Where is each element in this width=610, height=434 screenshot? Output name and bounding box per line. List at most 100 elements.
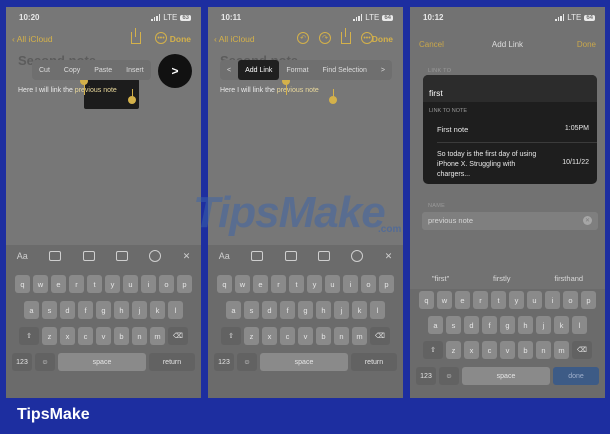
- shift-icon[interactable]: ⇧: [19, 327, 39, 345]
- undo-icon[interactable]: ↶: [297, 32, 309, 44]
- more-icon[interactable]: •••: [155, 32, 167, 44]
- note-body[interactable]: Here I will link the previous note: [220, 87, 319, 94]
- menu-find-selection[interactable]: Find Selection: [316, 67, 374, 74]
- key[interactable]: p: [177, 275, 192, 293]
- key[interactable]: z: [446, 341, 461, 359]
- menu-insert[interactable]: Insert: [119, 67, 151, 74]
- menu-paste[interactable]: Paste: [87, 67, 119, 74]
- key[interactable]: p: [581, 291, 596, 309]
- key[interactable]: h: [316, 301, 331, 319]
- menu-next-arrow[interactable]: >: [374, 67, 392, 74]
- key[interactable]: y: [105, 275, 120, 293]
- menu-add-link[interactable]: Add Link: [238, 60, 280, 80]
- camera-icon[interactable]: [115, 251, 128, 261]
- key[interactable]: g: [96, 301, 111, 319]
- markup-icon[interactable]: [351, 250, 364, 262]
- key[interactable]: n: [536, 341, 551, 359]
- share-icon[interactable]: [341, 28, 351, 44]
- key[interactable]: j: [132, 301, 147, 319]
- text-format-icon[interactable]: Aa: [219, 251, 230, 261]
- emoji-icon[interactable]: ☺: [237, 353, 257, 371]
- back-button[interactable]: ‹ All iCloud: [214, 34, 255, 44]
- checklist-icon[interactable]: [49, 251, 62, 261]
- note-body[interactable]: Here I will link the previous note: [18, 87, 117, 94]
- key[interactable]: z: [244, 327, 259, 345]
- key[interactable]: b: [316, 327, 331, 345]
- key[interactable]: m: [150, 327, 165, 345]
- redo-icon[interactable]: ↷: [319, 32, 331, 44]
- key[interactable]: u: [123, 275, 138, 293]
- key[interactable]: a: [24, 301, 39, 319]
- close-icon[interactable]: ✕: [183, 251, 191, 262]
- menu-more-arrow[interactable]: >: [158, 54, 192, 88]
- backspace-icon[interactable]: ⌫: [370, 327, 390, 345]
- key[interactable]: z: [42, 327, 57, 345]
- key[interactable]: v: [298, 327, 313, 345]
- table-icon[interactable]: [284, 251, 297, 261]
- share-icon[interactable]: [131, 28, 141, 44]
- key[interactable]: l: [572, 316, 587, 334]
- numbers-key[interactable]: 123: [12, 353, 32, 371]
- emoji-icon[interactable]: ☺: [439, 367, 459, 385]
- key[interactable]: p: [379, 275, 394, 293]
- key[interactable]: d: [60, 301, 75, 319]
- key[interactable]: q: [419, 291, 434, 309]
- key[interactable]: r: [473, 291, 488, 309]
- selection-end-handle[interactable]: [329, 96, 337, 104]
- key[interactable]: o: [563, 291, 578, 309]
- key[interactable]: a: [428, 316, 443, 334]
- key[interactable]: u: [527, 291, 542, 309]
- done-button[interactable]: Done: [577, 40, 596, 49]
- key[interactable]: r: [69, 275, 84, 293]
- shift-icon[interactable]: ⇧: [423, 341, 443, 359]
- keyboard-done-key[interactable]: done: [553, 367, 599, 385]
- key[interactable]: t: [289, 275, 304, 293]
- key[interactable]: c: [78, 327, 93, 345]
- done-button[interactable]: Done: [170, 34, 191, 44]
- checklist-icon[interactable]: [251, 251, 264, 261]
- key[interactable]: o: [361, 275, 376, 293]
- shift-icon[interactable]: ⇧: [221, 327, 241, 345]
- key[interactable]: m: [554, 341, 569, 359]
- selection-end-handle[interactable]: [128, 96, 136, 104]
- backspace-icon[interactable]: ⌫: [572, 341, 592, 359]
- key[interactable]: d: [262, 301, 277, 319]
- link-to-input[interactable]: first: [423, 75, 597, 102]
- menu-copy[interactable]: Copy: [57, 67, 87, 74]
- numbers-key[interactable]: 123: [416, 367, 436, 385]
- key[interactable]: h: [114, 301, 129, 319]
- key[interactable]: l: [168, 301, 183, 319]
- key[interactable]: n: [334, 327, 349, 345]
- key[interactable]: x: [262, 327, 277, 345]
- key[interactable]: y: [509, 291, 524, 309]
- close-icon[interactable]: ✕: [385, 251, 393, 262]
- menu-format[interactable]: Format: [279, 67, 315, 74]
- key[interactable]: s: [42, 301, 57, 319]
- key[interactable]: t: [87, 275, 102, 293]
- note-result-item[interactable]: First note 1:05PM: [437, 125, 589, 134]
- space-key[interactable]: space: [58, 353, 146, 371]
- key[interactable]: c: [482, 341, 497, 359]
- return-key[interactable]: return: [149, 353, 195, 371]
- key[interactable]: c: [280, 327, 295, 345]
- key[interactable]: o: [159, 275, 174, 293]
- key[interactable]: q: [15, 275, 30, 293]
- suggestion[interactable]: "first": [432, 274, 449, 283]
- table-icon[interactable]: [82, 251, 95, 261]
- key[interactable]: f: [78, 301, 93, 319]
- key[interactable]: l: [370, 301, 385, 319]
- key[interactable]: w: [235, 275, 250, 293]
- text-format-icon[interactable]: Aa: [17, 251, 28, 261]
- menu-prev-arrow[interactable]: <: [220, 67, 238, 74]
- key[interactable]: k: [554, 316, 569, 334]
- space-key[interactable]: space: [462, 367, 550, 385]
- key[interactable]: k: [150, 301, 165, 319]
- key[interactable]: i: [141, 275, 156, 293]
- menu-cut[interactable]: Cut: [32, 67, 57, 74]
- space-key[interactable]: space: [260, 353, 348, 371]
- key[interactable]: u: [325, 275, 340, 293]
- emoji-icon[interactable]: ☺: [35, 353, 55, 371]
- back-button[interactable]: ‹ All iCloud: [12, 34, 53, 44]
- key[interactable]: t: [491, 291, 506, 309]
- key[interactable]: k: [352, 301, 367, 319]
